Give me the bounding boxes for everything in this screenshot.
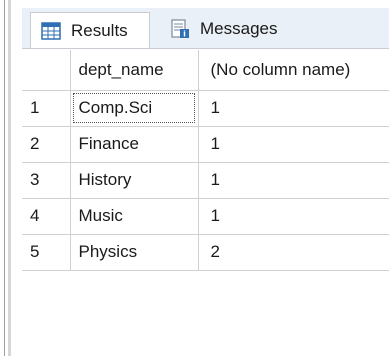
row-number[interactable]: 3 (22, 162, 71, 199)
cell-count[interactable]: 1 (198, 198, 389, 235)
row-number[interactable]: 5 (22, 234, 71, 271)
cell-dept-name[interactable]: Comp.Sci (70, 90, 199, 127)
cell-count[interactable]: 1 (198, 90, 389, 127)
results-tab-strip: Results i Messages (22, 8, 389, 49)
column-header-dept-name[interactable]: dept_name (70, 50, 199, 91)
row-number[interactable]: 2 (22, 126, 71, 163)
results-table: dept_name (No column name) 1 Comp.Sci 1 … (22, 50, 389, 271)
results-grid[interactable]: dept_name (No column name) 1 Comp.Sci 1 … (22, 50, 389, 271)
column-header-no-column-name[interactable]: (No column name) (198, 50, 389, 91)
window-edge (4, 0, 5, 356)
svg-text:i: i (183, 30, 186, 39)
tab-results[interactable]: Results (30, 12, 150, 48)
cell-dept-name[interactable]: Finance (70, 126, 199, 163)
messages-icon: i (171, 19, 189, 39)
row-number[interactable]: 1 (22, 90, 71, 127)
splitter-bar[interactable] (8, 0, 11, 356)
header-row: dept_name (No column name) (22, 50, 389, 91)
tab-messages[interactable]: i Messages (162, 12, 302, 46)
corner-header-cell[interactable] (22, 50, 71, 91)
tab-results-label: Results (71, 20, 128, 40)
tab-messages-label: Messages (200, 19, 278, 38)
table-row[interactable]: 1 Comp.Sci 1 (22, 90, 389, 127)
row-number[interactable]: 4 (22, 198, 71, 235)
table-row[interactable]: 4 Music 1 (22, 198, 389, 235)
table-row[interactable]: 3 History 1 (22, 162, 389, 199)
cell-dept-name[interactable]: Physics (70, 234, 199, 271)
cell-dept-name[interactable]: Music (70, 198, 199, 235)
table-row[interactable]: 5 Physics 2 (22, 234, 389, 271)
grid-results-icon (41, 21, 61, 40)
cell-count[interactable]: 1 (198, 126, 389, 163)
cell-count[interactable]: 1 (198, 162, 389, 199)
table-row[interactable]: 2 Finance 1 (22, 126, 389, 163)
cell-count[interactable]: 2 (198, 234, 389, 271)
cell-dept-name[interactable]: History (70, 162, 199, 199)
